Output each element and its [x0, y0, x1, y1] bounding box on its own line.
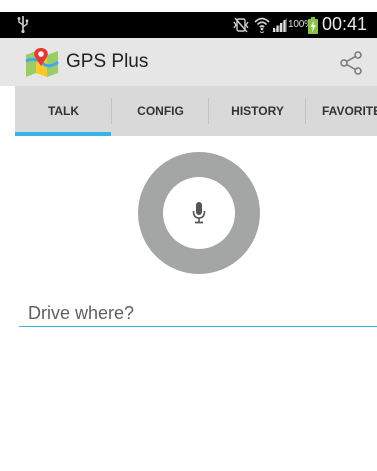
screen: 100% 00:41 GPS Plus TALK CONFIG HISTORY … [0, 0, 377, 471]
microphone-icon [191, 201, 207, 230]
selected-tab-indicator [15, 132, 111, 136]
battery-charging-icon [308, 17, 318, 39]
tab-history[interactable]: HISTORY [209, 86, 306, 136]
action-bar: GPS Plus [0, 38, 377, 86]
tab-label: FAVORITE [322, 104, 377, 118]
wifi-icon [254, 16, 270, 38]
map-logo-icon[interactable] [25, 47, 59, 82]
share-icon [340, 51, 362, 75]
tab-label: TALK [47, 104, 80, 118]
voice-input-button[interactable] [138, 152, 260, 274]
tab-favorite[interactable]: FAVORITE [306, 86, 377, 136]
status-bar: 100% 00:41 [0, 0, 377, 38]
tab-label: HISTORY [231, 104, 284, 118]
app-title: GPS Plus [66, 51, 149, 72]
usb-icon [17, 15, 29, 38]
signal-icon [272, 18, 287, 37]
tab-config[interactable]: CONFIG [112, 86, 209, 136]
mute-icon [233, 17, 249, 38]
tab-label: CONFIG [137, 104, 184, 118]
destination-input[interactable] [19, 300, 377, 327]
voice-input-button-center[interactable] [163, 177, 235, 249]
share-button[interactable] [336, 48, 366, 78]
tab-talk[interactable]: TALK [15, 86, 112, 136]
tab-bar: TALK CONFIG HISTORY FAVORITE [15, 86, 377, 136]
clock: 00:41 [322, 14, 368, 34]
status-bar-content: 100% 00:41 [0, 12, 377, 38]
